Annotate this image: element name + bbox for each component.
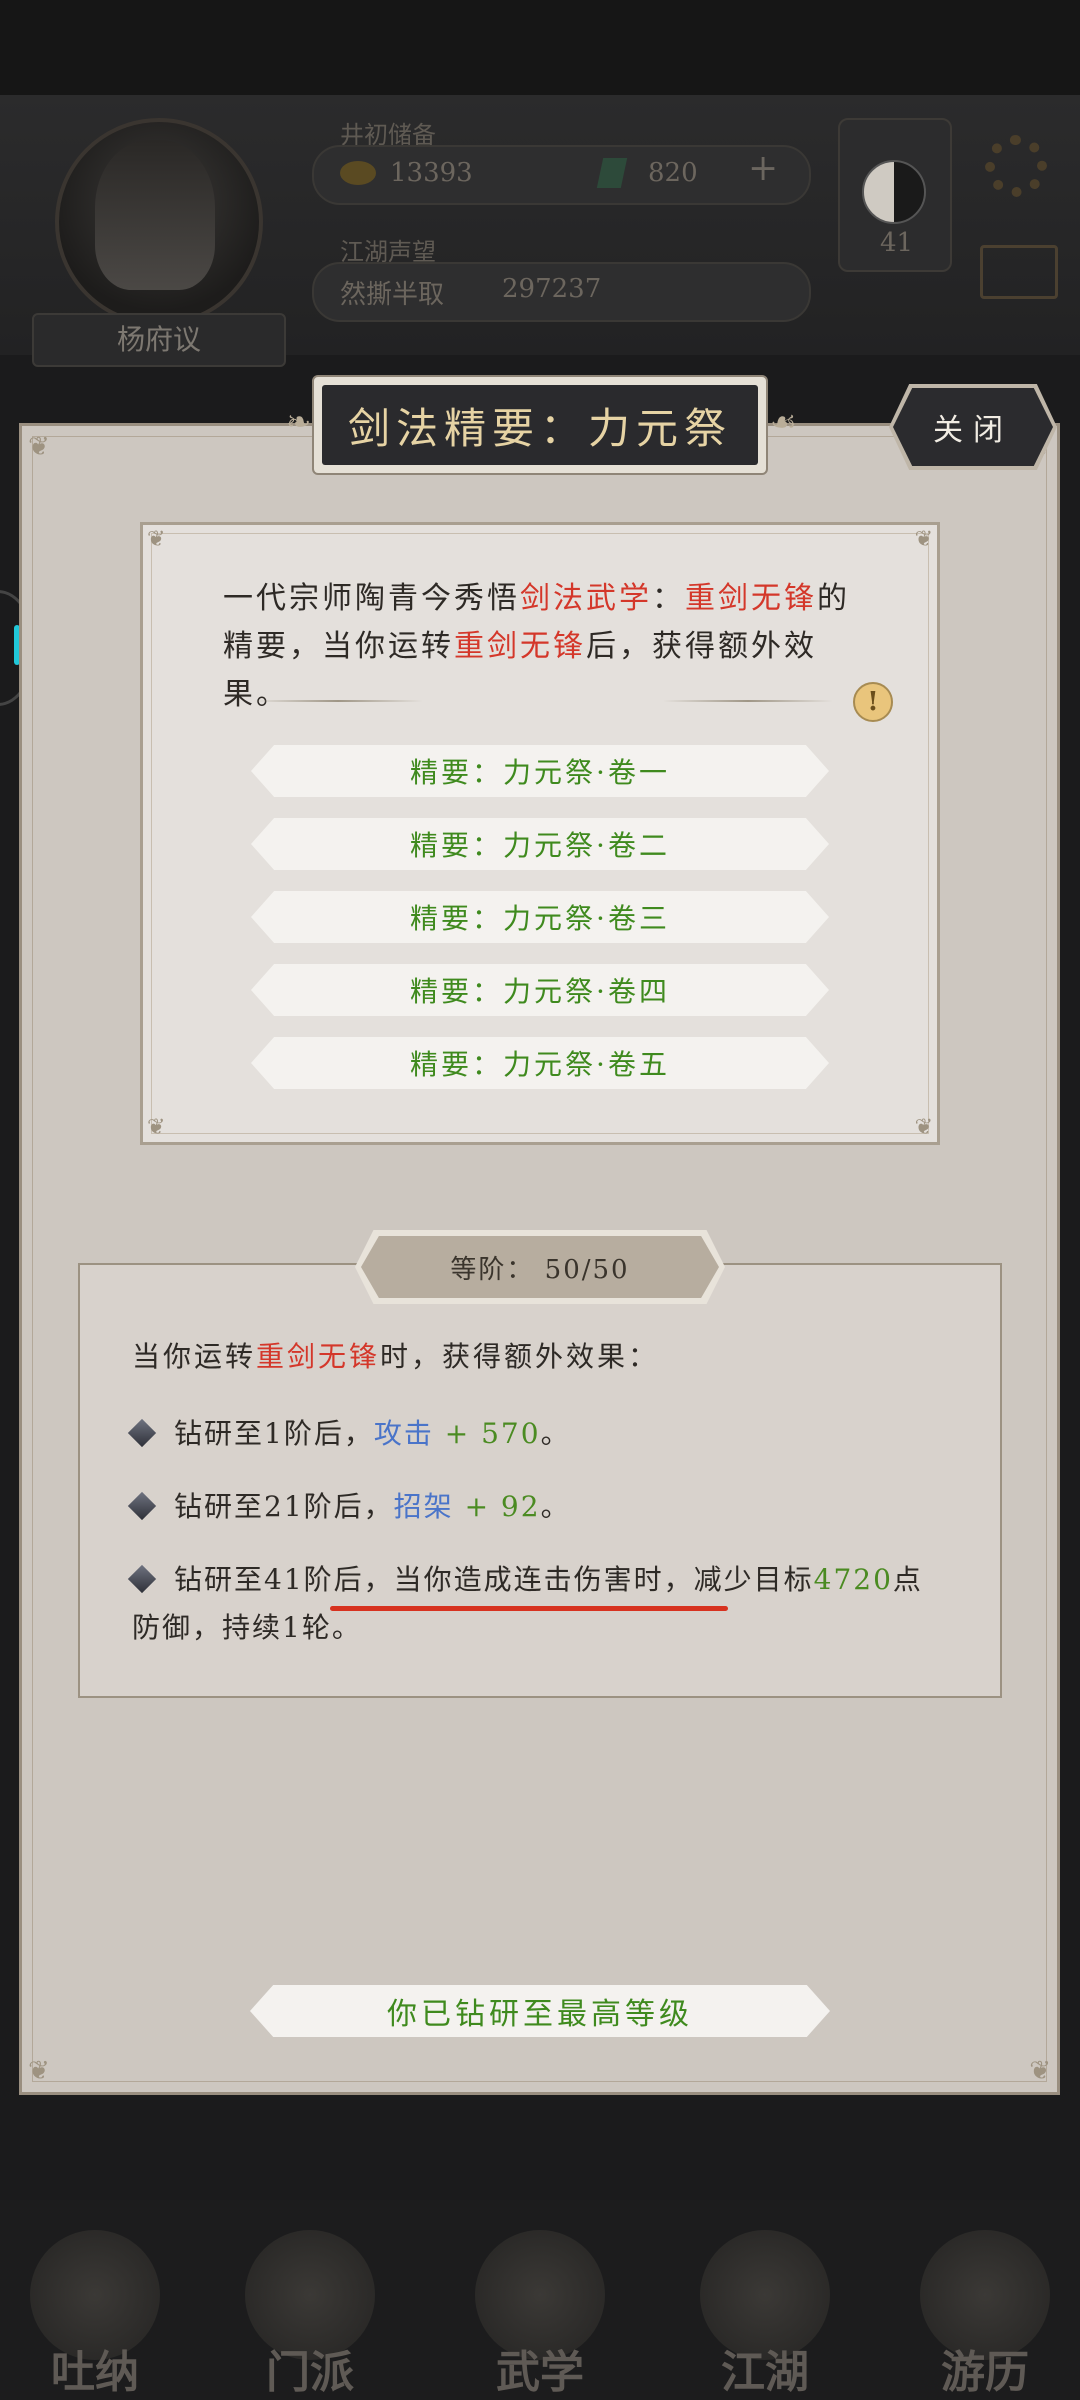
description-card: ❦ ❦ ❦ ❦ 一代宗师陶青今秀悟剑法武学：重剑无锋的精要，当你运转重剑无锋后，…: [140, 522, 940, 1145]
chapter-button-1[interactable]: 精要：力元祭·卷一: [251, 745, 829, 797]
nav-sect[interactable]: 门派: [225, 2220, 395, 2400]
nav-label: 游历: [941, 2347, 1029, 2398]
effect-prefix: 钻研至1阶后，: [174, 1417, 374, 1450]
title-ornament-icon: ☙: [770, 405, 797, 440]
effect-suffix: 。: [540, 1490, 571, 1523]
nav-martial-arts[interactable]: 武学: [455, 2220, 625, 2400]
title-ornament-icon: ❧: [286, 405, 312, 440]
skill-description: 一代宗师陶青今秀悟剑法武学：重剑无锋的精要，当你运转重剑无锋后，获得额外效果。: [223, 575, 863, 719]
effect-value: + 92: [464, 1490, 541, 1523]
currency-bar: [312, 145, 811, 205]
nav-travel[interactable]: 游历: [900, 2220, 1070, 2400]
diamond-bullet-icon: [127, 1491, 157, 1520]
nav-label: 吐纳: [51, 2347, 139, 2398]
effect-prefix: 钻研至21阶后，: [174, 1490, 394, 1523]
coin-icon: [340, 161, 376, 185]
chapter-button-4[interactable]: 精要：力元祭·卷四: [251, 964, 829, 1016]
info-icon[interactable]: !: [853, 682, 893, 722]
effect-row: 钻研至41阶后，当你造成连击伤害时，减少目标4720点防御，持续1轮。: [127, 1556, 952, 1652]
close-button[interactable]: 关闭: [893, 388, 1053, 466]
dialog-title-plate: 剑法精要：力元祭: [312, 375, 768, 475]
max-level-button[interactable]: 你已钻研至最高等级: [250, 1985, 830, 2037]
rank-level: 41: [880, 228, 914, 258]
annotation-underline: [330, 1606, 728, 1611]
corner-ornament-icon: ❦: [28, 432, 50, 462]
desc-highlight: 重剑无锋: [685, 581, 817, 616]
jade-count: 820: [648, 158, 698, 188]
effect-value: 4720: [813, 1563, 893, 1596]
effect-intro-highlight: 重剑无锋: [256, 1340, 381, 1373]
nav-label: 门派: [266, 2347, 354, 2398]
effect-intro-part: 当你运转: [132, 1340, 257, 1373]
effect-intro: 当你运转重剑无锋时，获得额外效果：: [132, 1335, 659, 1375]
level-indicator: 等阶： 50/50: [361, 1236, 719, 1298]
chapter-button-3[interactable]: 精要：力元祭·卷三: [251, 891, 829, 943]
effect-row: 钻研至1阶后，攻击 + 570。: [127, 1410, 952, 1458]
corner-ornament-icon: ❦: [914, 527, 933, 552]
add-currency-icon[interactable]: +: [748, 148, 778, 189]
effect-row: 钻研至21阶后，招架 + 92。: [127, 1483, 952, 1531]
divider: [253, 700, 423, 702]
status-bar-area: [0, 0, 1080, 95]
desc-highlight: 重剑无锋: [454, 629, 586, 664]
diamond-bullet-icon: [127, 1564, 157, 1593]
effect-stat: 招架: [393, 1490, 454, 1523]
dialog-title: 剑法精要：力元祭: [322, 385, 758, 465]
coin-count: 13393: [390, 158, 473, 188]
nav-breathing[interactable]: 吐纳: [10, 2220, 180, 2400]
mail-icon[interactable]: [980, 245, 1058, 299]
chapter-button-2[interactable]: 精要：力元祭·卷二: [251, 818, 829, 870]
gear-icon[interactable]: [985, 135, 1047, 197]
corner-ornament-icon: ❦: [1029, 2056, 1051, 2086]
effect-stat: 攻击: [373, 1417, 434, 1450]
reputation-value: 297237: [502, 274, 602, 304]
corner-ornament-icon: ❦: [147, 527, 166, 552]
nav-label: 江湖: [721, 2347, 809, 2398]
effect-prefix: 钻研至41阶后，当你造成连击伤害时，减少目标: [174, 1563, 814, 1596]
corner-ornament-icon: ❦: [914, 1115, 933, 1140]
corner-ornament-icon: ❦: [28, 2056, 50, 2086]
diamond-bullet-icon: [127, 1418, 157, 1447]
effect-suffix: 。: [540, 1417, 571, 1450]
corner-ornament-icon: ❦: [147, 1115, 166, 1140]
effect-intro-part: 时，获得额外效果：: [380, 1340, 660, 1373]
effect-value: + 570: [444, 1417, 541, 1450]
desc-highlight: 剑法武学: [520, 581, 652, 616]
avatar: [95, 140, 215, 290]
yinyang-icon: [862, 160, 926, 224]
player-name: 杨府议: [32, 313, 286, 367]
nav-label: 武学: [496, 2347, 584, 2398]
reputation-label: 然撕半取: [340, 280, 445, 310]
nav-jianghu[interactable]: 江湖: [680, 2220, 850, 2400]
divider: [663, 700, 833, 702]
chapter-button-5[interactable]: 精要：力元祭·卷五: [251, 1037, 829, 1089]
desc-part: 一代宗师陶青今秀悟: [223, 581, 520, 616]
desc-part: ：: [652, 581, 685, 616]
